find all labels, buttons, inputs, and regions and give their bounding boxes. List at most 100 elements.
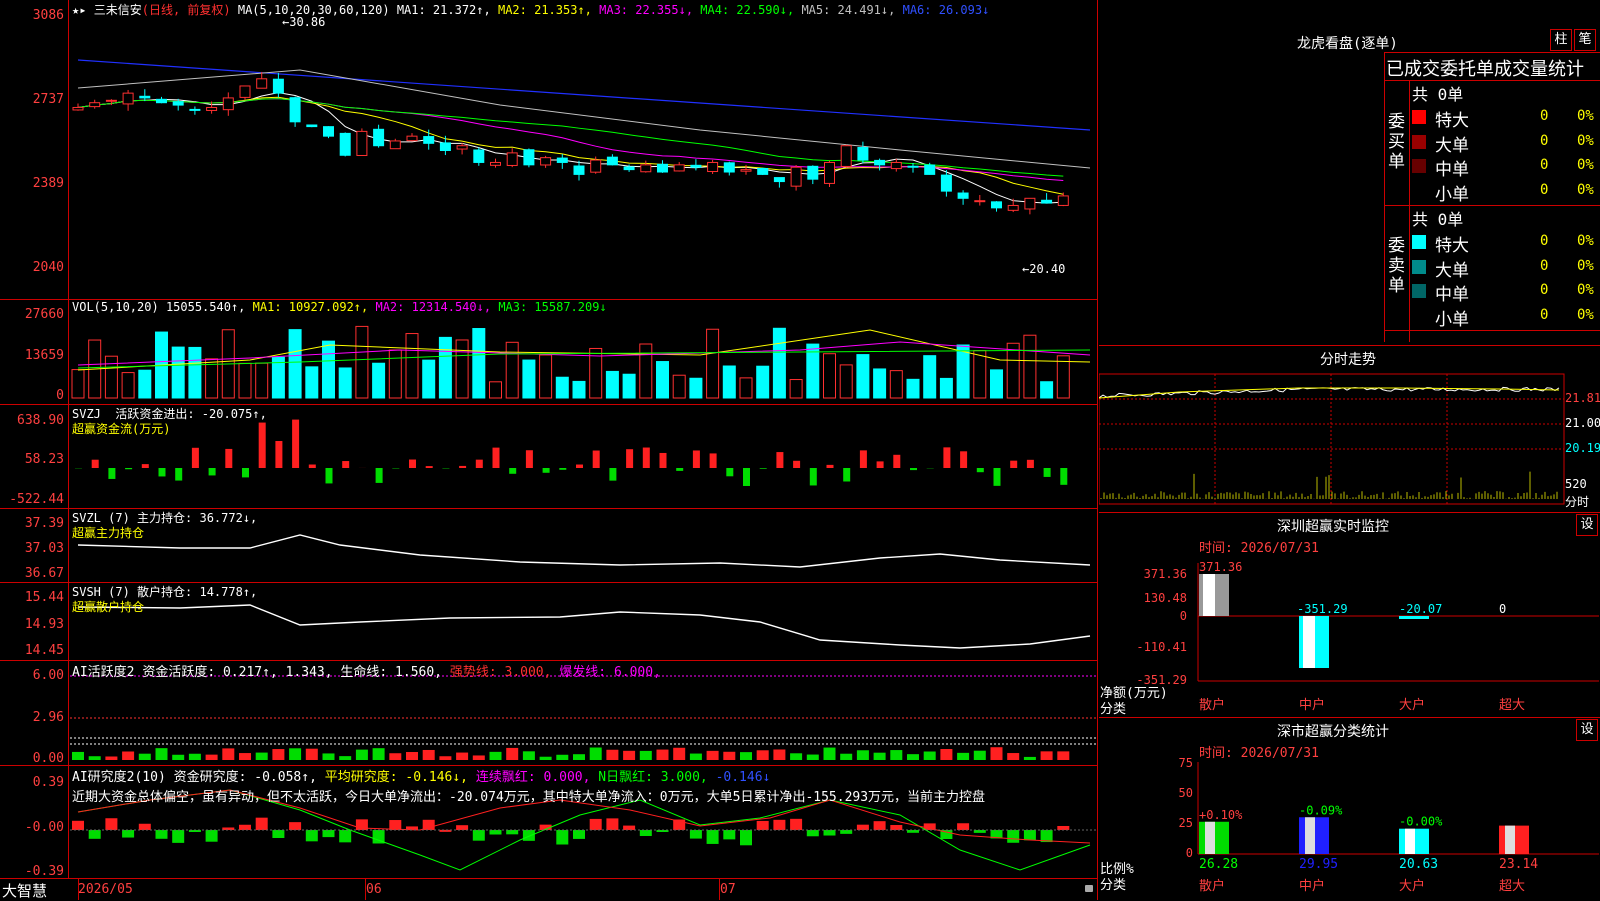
research-bar	[156, 830, 168, 839]
fund-flow-bar	[943, 447, 950, 468]
sz-value-label: -351.29	[1297, 602, 1348, 616]
activity-bar	[356, 750, 368, 760]
fund-flow-bar	[376, 468, 383, 483]
ss-ratio-chart[interactable]: 7550250+0.10%26.28-0.09%29.95-0.00%20.63…	[1099, 758, 1600, 900]
candle-body	[791, 167, 801, 186]
volume-bar	[105, 356, 117, 398]
price-tick: 3086	[0, 8, 64, 23]
activity-bar	[272, 749, 284, 760]
order-stats-title: 已成交委托单成交量统计	[1386, 55, 1584, 81]
research-bar	[707, 830, 719, 844]
fund-flow-bar	[827, 465, 834, 468]
chart-area[interactable]: ★▸ 三未信安(日线, 前复权) MA(5,10,20,30,60,120) M…	[0, 0, 1098, 900]
intraday-title: 分时走势	[1320, 349, 1376, 369]
column-view-button[interactable]: 柱	[1550, 29, 1572, 51]
fund-flow-bar	[693, 450, 700, 468]
lock-icon[interactable]	[1085, 885, 1093, 892]
fund-flow-bar	[192, 448, 199, 468]
fund-flow-bar	[994, 468, 1001, 486]
research-bar	[640, 830, 652, 836]
ma5-value: MA5: 24.491↓,	[801, 3, 895, 17]
sell-total: 共 0单	[1412, 206, 1463, 230]
volume-bar	[172, 347, 184, 398]
candle-body	[641, 165, 651, 172]
candle-body	[841, 146, 851, 167]
right-panel: 龙虎看盘(逐单) 柱 笔 已成交委托单成交量统计 委买单 委卖单 共 0单 共 …	[1099, 0, 1600, 900]
order-type-label: 小单	[1435, 305, 1469, 330]
volume-bar	[874, 369, 886, 398]
candle-body	[190, 109, 200, 110]
ratio-bar-shine	[1305, 817, 1315, 854]
ma120-line	[78, 60, 1090, 130]
research-bar	[89, 830, 101, 839]
sz-axis-tick: 0	[1180, 609, 1187, 623]
order-count: 0	[1540, 282, 1548, 298]
fund-flow-bar	[576, 465, 583, 468]
activity-bar	[623, 751, 635, 760]
volume-bar	[122, 373, 134, 398]
volume-bar	[189, 347, 201, 398]
candle-body	[1058, 196, 1068, 206]
svzj-tick: -522.44	[0, 492, 64, 507]
activity-bar	[506, 748, 518, 760]
volume-bar	[690, 378, 702, 398]
order-count: 0	[1540, 133, 1548, 149]
activity-bar	[1007, 753, 1019, 760]
date-tick: 07	[720, 882, 736, 897]
ratio-change-label: -0.09%	[1299, 803, 1343, 817]
candle-body	[607, 157, 617, 165]
fund-flow-bar	[309, 465, 316, 468]
fund-flow-bar	[342, 461, 349, 468]
ss-xlabel: 分类	[1100, 874, 1126, 893]
order-color-swatch	[1412, 159, 1426, 173]
order-type-label: 中单	[1435, 155, 1469, 180]
activity-bar	[439, 756, 451, 760]
ss-settings-button[interactable]: 设	[1576, 719, 1598, 741]
sz-xlabel: 分类	[1100, 698, 1126, 717]
research-bar	[222, 827, 234, 830]
research-bar	[790, 819, 802, 830]
volume-bar	[540, 355, 552, 398]
volume-bar	[991, 370, 1003, 398]
low-mark: ←20.40	[1022, 262, 1065, 276]
activity-bar	[406, 752, 418, 760]
activity-bar	[423, 750, 435, 760]
research-bar	[573, 830, 585, 839]
candle-body	[908, 166, 918, 167]
research-bar	[256, 818, 268, 830]
activity-bar	[256, 753, 268, 760]
ai1-header: AI活跃度2 资金活跃度: 0.217↑, 1.343, 生命线: 1.560,…	[72, 661, 661, 680]
sz-net-chart[interactable]: 371.36130.480-110.41-351.29371.36-351.29…	[1099, 555, 1600, 715]
cursor-icon: ▸	[79, 3, 86, 17]
intraday-chart[interactable]	[1099, 368, 1600, 510]
candle-body	[90, 103, 100, 107]
fund-flow-bar	[459, 466, 466, 468]
candle-body	[624, 167, 634, 170]
fund-flow-bar	[1044, 468, 1051, 477]
order-type-label: 小单	[1435, 180, 1469, 205]
candle-body	[424, 137, 434, 144]
activity-bar	[1041, 751, 1053, 760]
activity-bar	[740, 752, 752, 760]
sz-axis-tick: 371.36	[1144, 567, 1187, 581]
price-tick: 2737	[0, 92, 64, 107]
fund-flow-bar	[175, 468, 182, 481]
candle-body	[507, 153, 517, 166]
candlestick-chart[interactable]	[0, 0, 1098, 900]
activity-bar	[523, 751, 535, 760]
ma1-value: MA1: 21.372↑,	[397, 3, 491, 17]
activity-bar	[72, 752, 84, 760]
stroke-view-button[interactable]: 笔	[1574, 29, 1596, 51]
research-bar	[1007, 830, 1019, 843]
vol-tick: 27660	[0, 307, 64, 322]
candle-body	[173, 102, 183, 105]
activity-bar	[690, 754, 702, 760]
candle-body	[674, 165, 684, 171]
sz-settings-button[interactable]: 设	[1576, 514, 1598, 536]
intraday-vol-label: 分时	[1565, 493, 1589, 510]
fund-flow-bar	[743, 468, 750, 486]
volume-bar	[506, 342, 518, 398]
activity-bar	[323, 753, 335, 760]
activity-bar	[890, 750, 902, 760]
activity-bar	[156, 748, 168, 760]
